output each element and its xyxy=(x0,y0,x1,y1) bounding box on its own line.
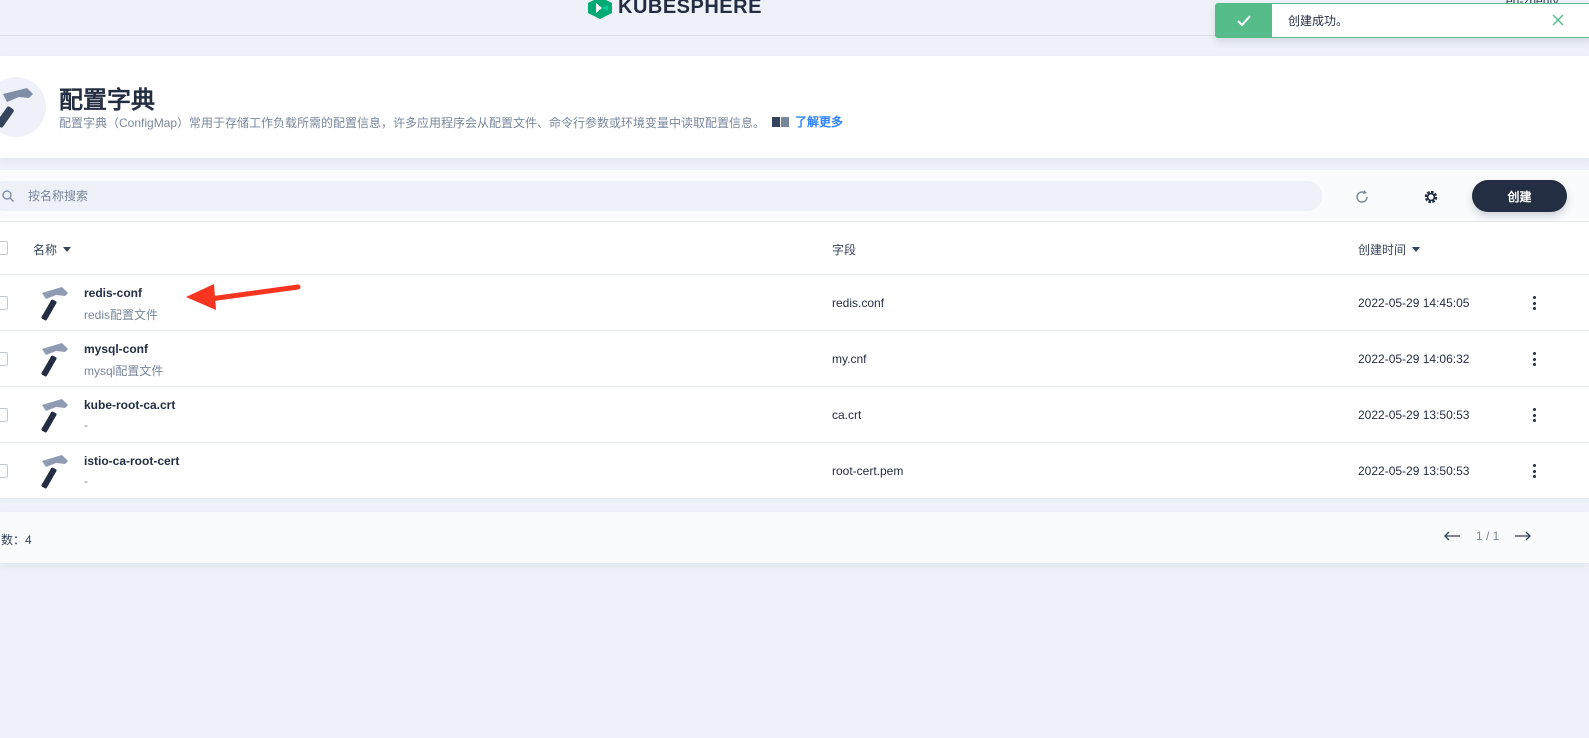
row-field: ca.crt xyxy=(832,408,862,422)
annotation-arrow-icon xyxy=(186,284,301,310)
row-description: - xyxy=(84,474,88,488)
page-header: 配置字典 配置字典（ConfigMap）常用于存储工作负载所需的配置信息，许多应… xyxy=(0,56,1589,158)
table-row[interactable]: istio-ca-root-cert - root-cert.pem 2022-… xyxy=(0,443,1589,499)
check-icon xyxy=(1216,4,1272,37)
more-actions-icon[interactable] xyxy=(1526,462,1542,480)
table-row[interactable]: kube-root-ca.crt - ca.crt 2022-05-29 13:… xyxy=(0,387,1589,443)
close-icon[interactable] xyxy=(1550,11,1566,29)
table-header: 名称 字段 创建时间 xyxy=(0,222,1589,275)
table-toolbar: 创建 xyxy=(0,170,1589,222)
configmap-table: 名称 字段 创建时间 redis-conf redis配置文件 redis.co… xyxy=(0,222,1589,499)
table-footer: 数：4 1 / 1 xyxy=(0,512,1589,563)
create-button[interactable]: 创建 xyxy=(1472,180,1567,212)
configmap-icon xyxy=(40,455,68,489)
row-name-link[interactable]: kube-root-ca.crt xyxy=(84,398,175,412)
total-count: 数：4 xyxy=(1,533,32,547)
pagination: 1 / 1 xyxy=(1442,528,1533,544)
configmap-icon xyxy=(40,399,68,433)
prev-page-icon[interactable] xyxy=(1442,528,1462,544)
row-description: mysql配置文件 xyxy=(84,364,164,378)
success-toast: 创建成功。 xyxy=(1215,3,1589,38)
book-icon xyxy=(772,116,789,127)
row-checkbox[interactable] xyxy=(0,352,8,366)
row-name-link[interactable]: redis-conf xyxy=(84,286,142,300)
row-checkbox[interactable] xyxy=(0,296,8,310)
more-actions-icon[interactable] xyxy=(1526,350,1542,368)
sort-caret-icon xyxy=(1412,247,1421,252)
page-description: 配置字典（ConfigMap）常用于存储工作负载所需的配置信息，许多应用程序会从… xyxy=(59,116,766,130)
table-row[interactable]: mysql-conf mysql配置文件 my.cnf 2022-05-29 1… xyxy=(0,331,1589,387)
row-field: root-cert.pem xyxy=(832,464,904,478)
toast-message: 创建成功。 xyxy=(1288,14,1349,28)
column-field-header: 字段 xyxy=(832,243,857,257)
row-field: my.cnf xyxy=(832,352,867,366)
configmap-icon xyxy=(0,77,46,137)
refresh-icon[interactable] xyxy=(1352,188,1372,206)
page-indicator: 1 / 1 xyxy=(1476,529,1500,543)
search-icon xyxy=(2,190,14,202)
column-created-header[interactable]: 创建时间 xyxy=(1358,241,1421,258)
row-name-link[interactable]: istio-ca-root-cert xyxy=(84,454,179,468)
search-input[interactable] xyxy=(28,189,1228,203)
configmap-icon xyxy=(40,287,68,321)
row-created-time: 2022-05-29 14:45:05 xyxy=(1358,296,1470,310)
kubesphere-logo-icon xyxy=(588,0,612,19)
next-page-icon[interactable] xyxy=(1513,528,1533,544)
select-all-checkbox[interactable] xyxy=(0,241,8,255)
row-description: - xyxy=(84,418,88,432)
gear-icon[interactable] xyxy=(1421,187,1441,207)
configmap-icon xyxy=(40,343,68,377)
row-field: redis.conf xyxy=(832,296,885,310)
sort-caret-icon xyxy=(63,247,72,252)
row-name-link[interactable]: mysql-conf xyxy=(84,342,148,356)
more-actions-icon[interactable] xyxy=(1526,294,1542,312)
more-actions-icon[interactable] xyxy=(1526,406,1542,424)
row-checkbox[interactable] xyxy=(0,464,8,478)
logo-text: KUBESPHERE xyxy=(618,0,762,18)
kubesphere-logo[interactable]: KUBESPHERE xyxy=(588,0,762,19)
row-created-time: 2022-05-29 13:50:53 xyxy=(1358,408,1470,422)
learn-more-link[interactable]: 了解更多 xyxy=(772,113,843,130)
row-created-time: 2022-05-29 13:50:53 xyxy=(1358,464,1470,478)
page-title: 配置字典 xyxy=(59,87,155,114)
row-created-time: 2022-05-29 14:06:32 xyxy=(1358,352,1470,366)
search-bar[interactable] xyxy=(0,181,1322,211)
row-description: redis配置文件 xyxy=(84,308,159,322)
learn-more-label: 了解更多 xyxy=(795,115,844,129)
column-name-header[interactable]: 名称 xyxy=(33,241,72,258)
row-checkbox[interactable] xyxy=(0,408,8,422)
